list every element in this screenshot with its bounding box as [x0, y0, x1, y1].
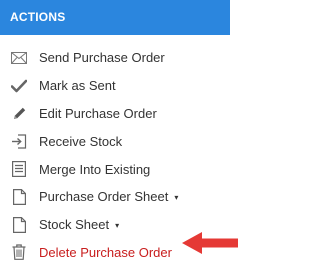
actions-panel: ACTIONS Send Purchase Order Mark as Sent — [0, 0, 250, 265]
menu-item-text: Purchase Order Sheet — [39, 189, 169, 205]
menu-item-receive-stock[interactable]: Receive Stock — [0, 127, 230, 155]
actions-header: ACTIONS — [0, 0, 230, 35]
checkmark-icon — [11, 78, 27, 94]
menu-item-label: Edit Purchase Order — [39, 105, 157, 121]
menu-item-purchase-order-sheet[interactable]: Purchase Order Sheet ▾ — [0, 183, 230, 211]
menu-item-label: Stock Sheet ▾ — [39, 217, 119, 232]
document-icon — [11, 216, 27, 233]
menu-item-merge-into-existing[interactable]: Merge Into Existing — [0, 155, 230, 183]
menu-item-send-purchase-order[interactable]: Send Purchase Order — [0, 44, 230, 72]
sign-in-icon — [11, 133, 27, 149]
pencil-icon — [11, 105, 27, 121]
caret-down-icon: ▾ — [115, 221, 120, 231]
red-arrow-icon — [182, 232, 238, 254]
menu-item-label: Delete Purchase Order — [39, 244, 172, 260]
menu-item-label: Mark as Sent — [39, 78, 116, 94]
menu-item-text: Stock Sheet — [39, 217, 110, 233]
menu-item-label: Receive Stock — [39, 133, 123, 149]
document-icon — [11, 188, 27, 205]
menu-item-edit-purchase-order[interactable]: Edit Purchase Order — [0, 100, 230, 128]
caret-down-icon: ▾ — [174, 193, 179, 203]
envelope-icon — [11, 50, 27, 66]
menu-item-label: Purchase Order Sheet ▾ — [39, 189, 178, 204]
menu-item-mark-as-sent[interactable]: Mark as Sent — [0, 72, 230, 100]
trash-icon — [11, 244, 27, 261]
menu-item-label: Merge Into Existing — [39, 161, 151, 177]
menu-item-label: Send Purchase Order — [39, 50, 165, 66]
list-document-icon — [11, 161, 27, 178]
